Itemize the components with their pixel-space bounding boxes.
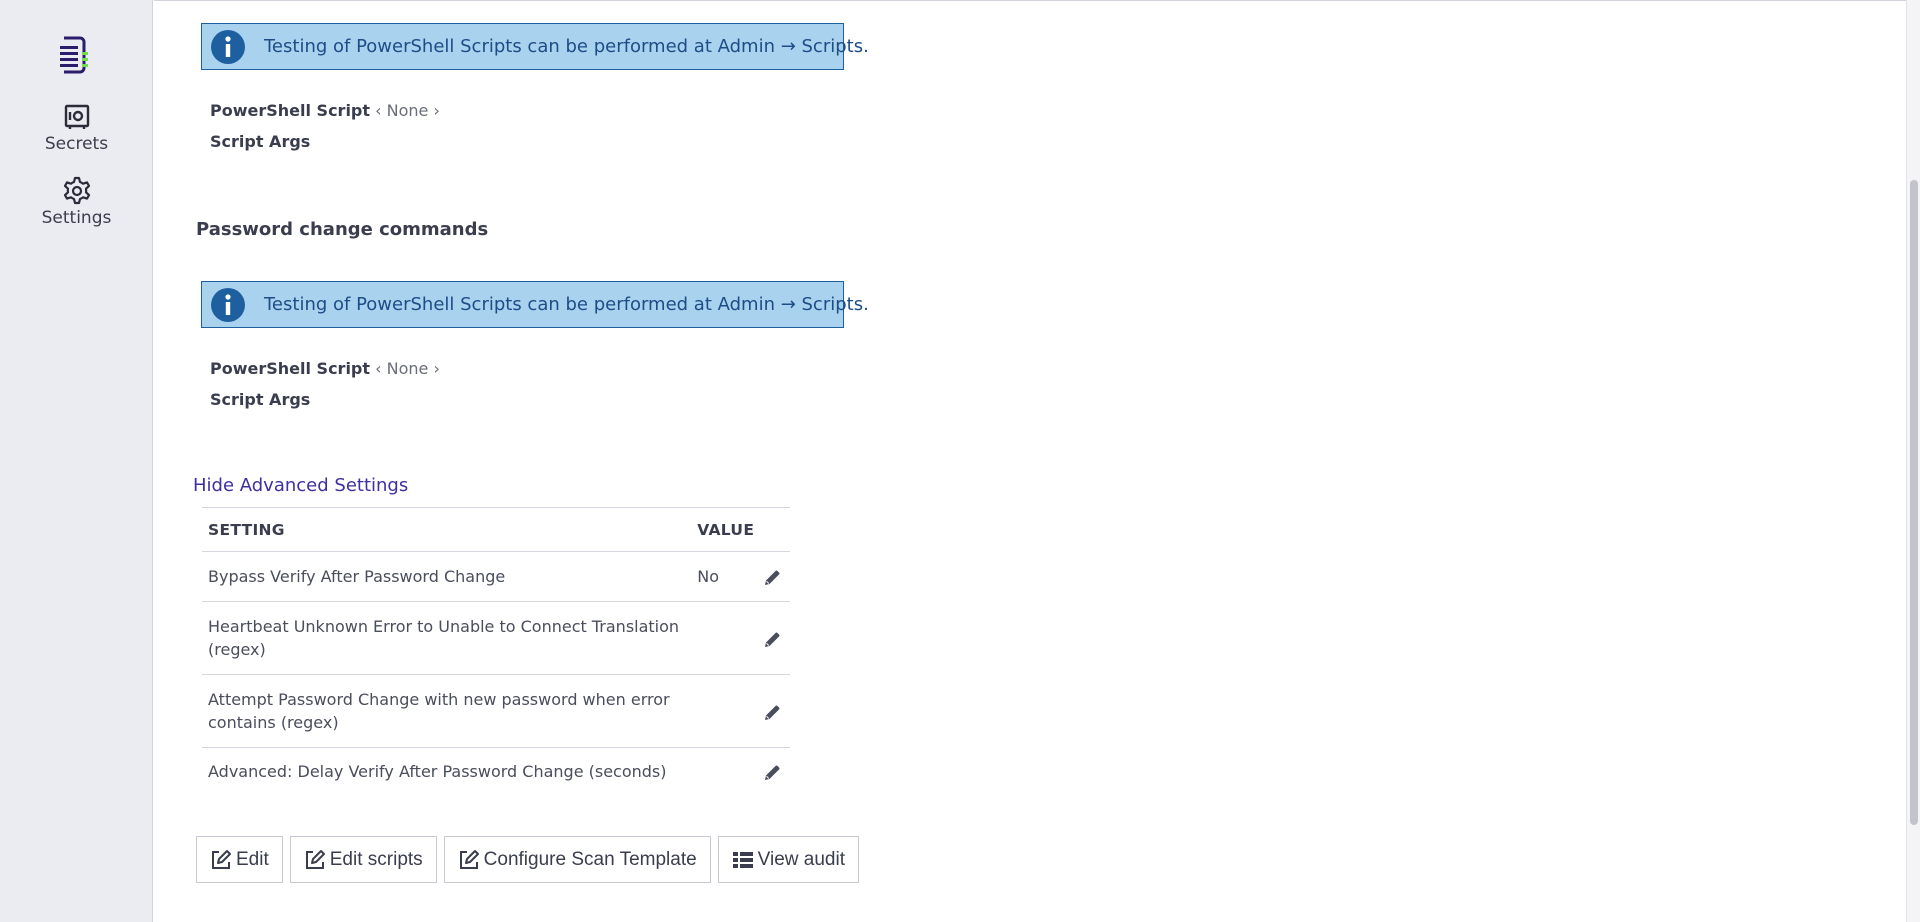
section-title-password-change: Password change commands: [196, 219, 489, 240]
secrets-safe-icon: [62, 102, 92, 132]
script-args-row: Script Args: [210, 390, 310, 409]
view-audit-button-label: View audit: [757, 848, 845, 870]
info-banner-text: Testing of PowerShell Scripts can be per…: [264, 36, 869, 57]
edit-button[interactable]: Edit: [196, 836, 283, 883]
table-header-row: SETTING VALUE: [202, 507, 790, 552]
script-args-row: Script Args: [210, 132, 310, 151]
edit-setting-button[interactable]: [754, 601, 790, 675]
edit-square-icon: [212, 849, 231, 869]
edit-setting-button[interactable]: [754, 674, 790, 748]
table-row: Heartbeat Unknown Error to Unable to Con…: [202, 601, 790, 675]
nav-item-settings[interactable]: Settings: [0, 176, 153, 228]
setting-name: Heartbeat Unknown Error to Unable to Con…: [202, 601, 692, 675]
setting-value: [691, 601, 755, 675]
column-header-value: VALUE: [691, 507, 755, 552]
column-header-actions: [754, 507, 790, 552]
nav-item-label: Settings: [41, 208, 112, 228]
edit-scripts-button-label: Edit scripts: [329, 848, 423, 870]
powershell-script-value: ‹ None ›: [375, 101, 440, 120]
powershell-script-label: PowerShell Script: [210, 101, 371, 120]
info-banner-heartbeat: Testing of PowerShell Scripts can be per…: [201, 23, 869, 70]
gear-icon: [62, 176, 92, 206]
nav-item-secrets[interactable]: Secrets: [0, 102, 153, 154]
pencil-icon: [764, 765, 780, 781]
list-icon: [732, 851, 753, 868]
advanced-settings-table: SETTING VALUE Bypass Verify After Passwo…: [202, 507, 790, 796]
edit-button-label: Edit: [236, 848, 269, 870]
edit-scripts-button[interactable]: Edit scripts: [289, 836, 437, 883]
action-button-bar: Edit Edit scripts Configure Scan Templat…: [196, 836, 859, 883]
powershell-script-value: ‹ None ›: [375, 359, 440, 378]
setting-name: Bypass Verify After Password Change: [202, 551, 692, 602]
thycotic-logo-icon[interactable]: [60, 36, 92, 74]
table-row: Advanced: Delay Verify After Password Ch…: [202, 748, 790, 796]
script-args-label: Script Args: [210, 390, 311, 409]
info-icon: [211, 29, 245, 64]
info-banner-password-change: Testing of PowerShell Scripts can be per…: [201, 281, 869, 328]
script-args-label: Script Args: [210, 132, 311, 151]
pencil-icon: [764, 705, 780, 720]
scrollbar-thumb[interactable]: [1910, 180, 1918, 825]
edit-square-icon: [459, 849, 479, 869]
setting-value: No: [691, 551, 755, 602]
edit-setting-button[interactable]: [754, 551, 790, 602]
column-header-setting: SETTING: [202, 507, 692, 552]
configure-scan-template-button[interactable]: Configure Scan Template: [443, 836, 711, 883]
main-content: Testing of PowerShell Scripts can be per…: [154, 0, 1906, 922]
edit-setting-button[interactable]: [754, 748, 790, 796]
hide-advanced-settings-link[interactable]: Hide Advanced Settings: [193, 475, 408, 496]
setting-name: Attempt Password Change with new passwor…: [202, 674, 692, 748]
pencil-icon: [764, 632, 780, 647]
powershell-script-label: PowerShell Script: [210, 359, 371, 378]
vertical-scrollbar[interactable]: [1906, 0, 1920, 922]
powershell-script-row: PowerShell Script ‹ None ›: [210, 101, 440, 120]
table-row: Bypass Verify After Password Change No: [202, 551, 790, 602]
powershell-script-row: PowerShell Script ‹ None ›: [210, 359, 440, 378]
setting-name: Advanced: Delay Verify After Password Ch…: [208, 762, 667, 782]
view-audit-button[interactable]: View audit: [717, 836, 859, 883]
left-nav-rail: Secrets Settings: [0, 0, 153, 922]
table-row: Attempt Password Change with new passwor…: [202, 674, 790, 748]
info-banner-text: Testing of PowerShell Scripts can be per…: [264, 294, 869, 315]
configure-scan-template-button-label: Configure Scan Template: [483, 848, 697, 870]
info-icon: [211, 287, 245, 322]
pencil-icon: [764, 570, 780, 585]
setting-value: [691, 674, 755, 748]
edit-square-icon: [305, 849, 325, 869]
nav-item-label: Secrets: [44, 134, 109, 154]
setting-value: [691, 748, 754, 796]
